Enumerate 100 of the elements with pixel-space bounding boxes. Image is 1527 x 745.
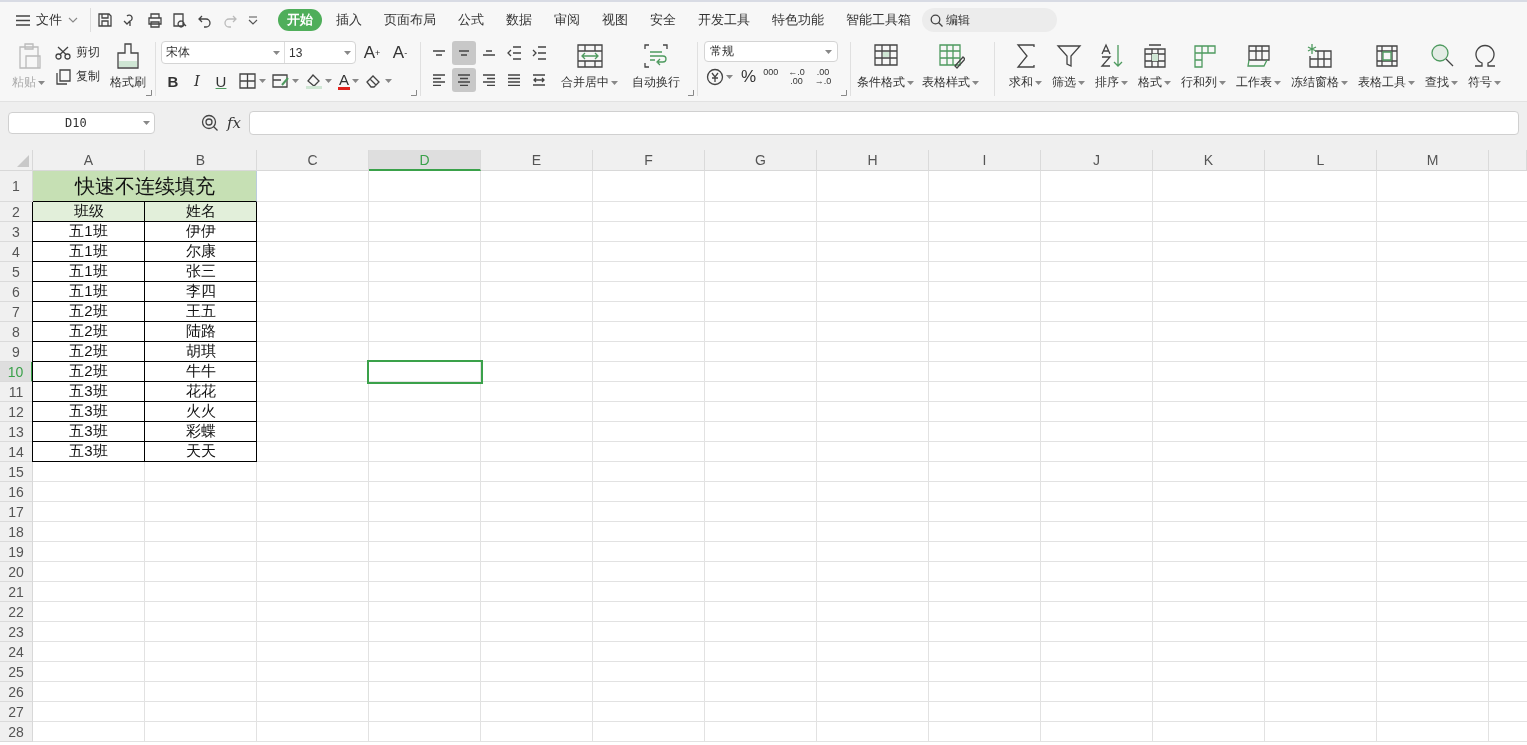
row-header[interactable]: 18: [0, 522, 33, 542]
column-header[interactable]: F: [593, 150, 705, 171]
number-format-dropdown[interactable]: 常规: [704, 41, 838, 62]
column-header[interactable]: C: [257, 150, 369, 171]
row-header[interactable]: 4: [0, 242, 33, 262]
row-header[interactable]: 14: [0, 442, 33, 462]
table-cell: 五1班: [32, 242, 145, 262]
font-size-dropdown[interactable]: 13: [285, 42, 355, 63]
column-header[interactable]: B: [145, 150, 257, 171]
ribbon-tab[interactable]: 安全: [639, 9, 687, 31]
table-cell: 班级: [32, 202, 145, 222]
italic-button[interactable]: I: [185, 71, 209, 91]
row-header[interactable]: 22: [0, 602, 33, 622]
row-header[interactable]: 2: [0, 202, 33, 222]
row-header[interactable]: 11: [0, 382, 33, 402]
decrease-decimal-button[interactable]: .00 →.0: [814, 68, 832, 86]
row-header[interactable]: 7: [0, 302, 33, 322]
column-header[interactable]: A: [33, 150, 145, 171]
table-cell: 五1班: [32, 262, 145, 282]
row-header[interactable]: 15: [0, 462, 33, 482]
table-cell: 五2班: [32, 342, 145, 362]
table-style-button[interactable]: 表格样式: [918, 40, 983, 93]
row-header[interactable]: 21: [0, 582, 33, 602]
ribbon-tab[interactable]: 审阅: [543, 9, 591, 31]
thousands-button[interactable]: 000: [763, 67, 779, 77]
freeze-panes-button[interactable]: 冻结窗格: [1287, 40, 1352, 93]
column-header[interactable]: K: [1153, 150, 1265, 171]
row-header[interactable]: 23: [0, 622, 33, 642]
table-cell: 牛牛: [145, 362, 257, 382]
row-header[interactable]: 8: [0, 322, 33, 342]
row-header[interactable]: 6: [0, 282, 33, 302]
wrap-text-button[interactable]: 自动换行: [628, 40, 684, 93]
table-cell: 火火: [145, 402, 257, 422]
format-painter-button[interactable]: 格式刷: [106, 40, 150, 93]
font-name-dropdown[interactable]: 宋体: [162, 42, 285, 63]
name-box[interactable]: D10: [8, 112, 155, 134]
table-cell: 胡琪: [145, 342, 257, 362]
row-header[interactable]: 17: [0, 502, 33, 522]
ribbon-tab[interactable]: 页面布局: [373, 9, 447, 31]
conditional-formatting-button[interactable]: 条件格式: [853, 40, 918, 93]
column-header[interactable]: I: [929, 150, 1041, 171]
sum-button[interactable]: 求和: [1005, 40, 1046, 93]
insert-function-button[interactable]: fx: [227, 114, 241, 132]
filter-button[interactable]: 筛选: [1048, 40, 1089, 93]
ribbon-tab[interactable]: 开发工具: [687, 9, 761, 31]
bold-button[interactable]: B: [161, 71, 185, 91]
ribbon-tab[interactable]: 数据: [495, 9, 543, 31]
row-header[interactable]: 5: [0, 262, 33, 282]
row-header[interactable]: 13: [0, 422, 33, 442]
cut-button[interactable]: 剪切: [55, 44, 100, 61]
column-header[interactable]: M: [1377, 150, 1489, 171]
column-header[interactable]: H: [817, 150, 929, 171]
row-header[interactable]: 3: [0, 222, 33, 242]
row-header[interactable]: 19: [0, 542, 33, 562]
ribbon-tab[interactable]: 公式: [447, 9, 495, 31]
copy-button[interactable]: 复制: [55, 68, 100, 85]
search-field[interactable]: 编辑: [922, 8, 1057, 32]
table-cell: 花花: [145, 382, 257, 402]
table-cell: 五3班: [32, 382, 145, 402]
row-header[interactable]: 1: [0, 171, 33, 202]
ribbon-tab[interactable]: 特色功能: [761, 9, 835, 31]
table-cell: 尔康: [145, 242, 257, 262]
worksheet-button[interactable]: 工作表: [1232, 40, 1285, 93]
row-header[interactable]: 16: [0, 482, 33, 502]
table-tools-button[interactable]: 表格工具: [1354, 40, 1419, 93]
column-header[interactable]: G: [705, 150, 817, 171]
column-header[interactable]: J: [1041, 150, 1153, 171]
sort-button[interactable]: 排序: [1091, 40, 1132, 93]
percent-button[interactable]: %: [741, 67, 757, 87]
file-menu[interactable]: 文件: [14, 9, 80, 31]
column-header[interactable]: E: [481, 150, 593, 171]
row-header[interactable]: 27: [0, 702, 33, 722]
symbol-button[interactable]: 符号: [1464, 40, 1505, 93]
font-color-button[interactable]: A: [338, 72, 350, 90]
row-header[interactable]: 24: [0, 642, 33, 662]
row-header[interactable]: 28: [0, 722, 33, 742]
ribbon-tab[interactable]: 智能工具箱: [835, 9, 922, 31]
table-cell: 陆路: [145, 322, 257, 342]
row-header[interactable]: 25: [0, 662, 33, 682]
ribbon-tab[interactable]: 视图: [591, 9, 639, 31]
increase-decimal-button[interactable]: ←.0 .00: [788, 68, 805, 86]
rows-columns-button[interactable]: 行和列: [1177, 40, 1230, 93]
increase-font-size-button[interactable]: A$^{+}$: [360, 42, 384, 63]
column-header[interactable]: L: [1265, 150, 1377, 171]
ribbon-tab[interactable]: 插入: [325, 9, 373, 31]
underline-button[interactable]: U: [209, 71, 233, 91]
find-button[interactable]: 查找: [1421, 40, 1462, 93]
row-header[interactable]: 20: [0, 562, 33, 582]
table-cell: 五2班: [32, 322, 145, 342]
file-menu-label: 文件: [36, 11, 62, 29]
row-header[interactable]: 12: [0, 402, 33, 422]
row-header[interactable]: 9: [0, 342, 33, 362]
format-button[interactable]: 格式: [1134, 40, 1175, 93]
row-header[interactable]: 26: [0, 682, 33, 702]
table-cell: 五2班: [32, 302, 145, 322]
decrease-font-size-button[interactable]: A$^{-}$: [388, 42, 412, 63]
table-cell: 快速不连续填充: [33, 171, 257, 202]
merge-center-button[interactable]: 合并居中: [557, 40, 622, 93]
table-cell: 彩蝶: [145, 422, 257, 442]
table-cell: 张三: [145, 262, 257, 282]
